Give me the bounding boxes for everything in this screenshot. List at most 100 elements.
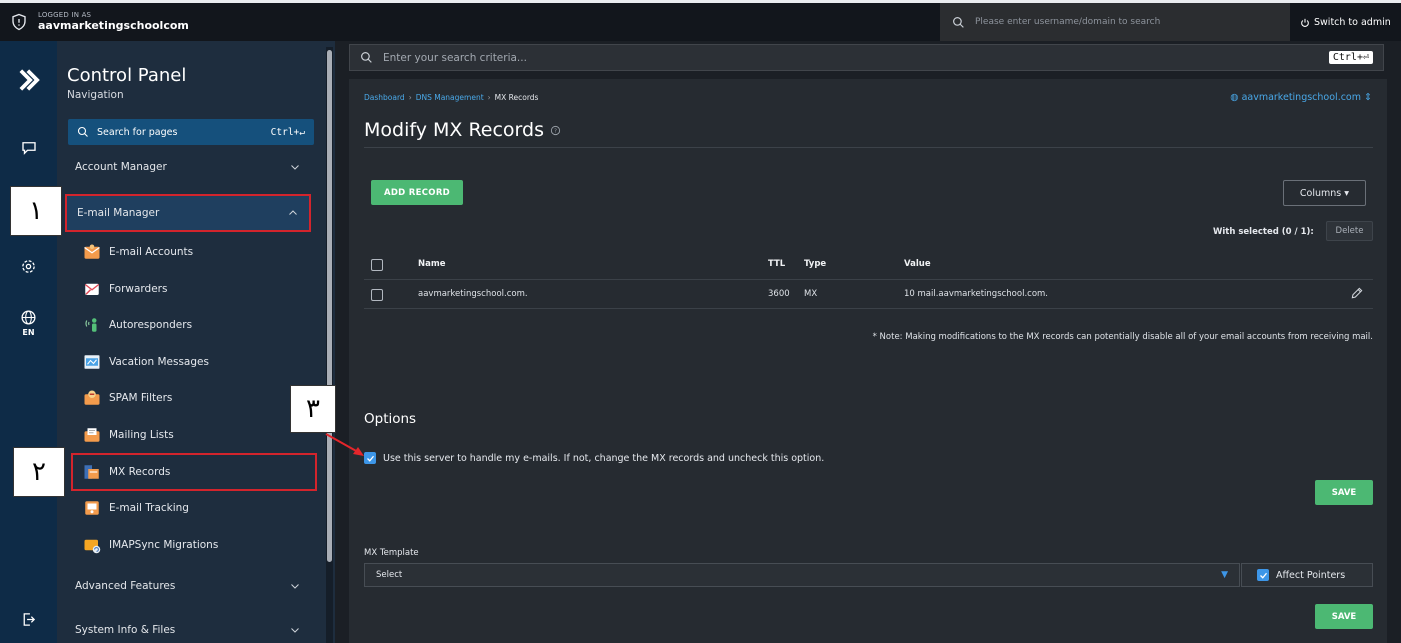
nav-email-tracking[interactable]: E-mail Tracking: [83, 495, 189, 521]
criteria-search[interactable]: Ctrl+⏎: [349, 44, 1384, 71]
delete-button[interactable]: Delete: [1326, 221, 1373, 241]
global-search[interactable]: [940, 3, 1290, 41]
sidebar-scroll-thumb[interactable]: [327, 50, 332, 562]
select-all-checkbox[interactable]: [371, 259, 383, 271]
nav-item-label: IMAPSync Migrations: [109, 539, 219, 551]
row-checkbox[interactable]: [371, 289, 383, 301]
mx-template-label: MX Template: [364, 548, 419, 558]
columns-button[interactable]: Columns ▾: [1283, 180, 1366, 206]
imapsync-icon: [84, 539, 101, 554]
nav-group-label: E-mail Manager: [77, 207, 160, 219]
cell-value: 10 mail.aavmarketingschool.com.: [904, 289, 1048, 299]
top-bar: LOGGED IN AS aavmarketingschoolcom Switc…: [0, 0, 1401, 41]
chevron-down-icon: [291, 165, 299, 170]
updown-icon: ⇕: [1364, 92, 1372, 103]
nav-mailing-lists[interactable]: Mailing Lists: [83, 422, 174, 448]
nav-email-manager[interactable]: E-mail Manager: [65, 194, 311, 232]
column-header-type[interactable]: Type: [804, 259, 826, 269]
search-icon: [77, 126, 88, 137]
vacation-messages-icon: [84, 355, 100, 369]
nav-spam-filters[interactable]: SPAM Filters: [83, 385, 172, 411]
nav-mx-records[interactable]: MX Records: [71, 453, 317, 491]
nav-system-info[interactable]: System Info & Files: [65, 613, 311, 643]
nav-email-accounts[interactable]: E-mail Accounts: [83, 239, 193, 265]
nav-item-label: SPAM Filters: [109, 392, 173, 404]
chevron-down-icon: [291, 584, 299, 589]
chevrons-logo-icon: [19, 69, 40, 91]
mx-note: * Note: Making modifications to the MX r…: [872, 332, 1373, 342]
cell-type: MX: [804, 289, 818, 299]
page-search-shortcut: Ctrl+↵: [270, 126, 305, 138]
nav-forwarders[interactable]: Forwarders: [83, 276, 167, 302]
domain-label: aavmarketingschool.com: [1241, 92, 1361, 103]
nav-advanced-features[interactable]: Advanced Features: [65, 569, 311, 603]
global-search-input[interactable]: [975, 17, 1275, 27]
globe-icon: [21, 310, 36, 325]
nav-account-manager[interactable]: Account Manager: [65, 150, 311, 184]
breadcrumb-current: MX Records: [494, 93, 539, 102]
nav-group-label: Account Manager: [75, 161, 167, 173]
criteria-search-shortcut: Ctrl+⏎: [1328, 51, 1373, 64]
column-header-value[interactable]: Value: [904, 259, 931, 269]
nav-item-label: Vacation Messages: [109, 356, 209, 368]
nav-item-label: E-mail Accounts: [109, 246, 194, 258]
mx-template-value: Select: [376, 570, 403, 580]
main-area: Ctrl+⏎ Dashboard›DNS Management›MX Recor…: [335, 41, 1401, 643]
username: aavmarketingschoolcom: [38, 19, 189, 32]
nav-imapsync-migrations[interactable]: IMAPSync Migrations: [83, 532, 218, 558]
logout-button[interactable]: [0, 611, 57, 628]
nav-vacation-messages[interactable]: Vacation Messages: [83, 349, 209, 375]
nav-group-label: Advanced Features: [75, 580, 176, 592]
gear-icon: [22, 260, 35, 273]
options-title: Options: [364, 411, 417, 427]
chevron-up-icon: [289, 210, 297, 215]
settings-button[interactable]: [0, 258, 57, 275]
app-root: LOGGED IN AS aavmarketingschoolcom Switc…: [0, 0, 1401, 643]
sidebar-title: Control Panel: [67, 65, 187, 86]
annotation-box-3: ٣: [290, 385, 336, 433]
chevron-down-icon: [291, 628, 299, 633]
breadcrumb-separator: ›: [487, 93, 491, 102]
logout-icon: [23, 613, 36, 626]
logged-in-label: LOGGED IN AS: [38, 11, 92, 19]
logo-button[interactable]: [0, 66, 57, 94]
chat-button[interactable]: [0, 139, 57, 157]
affect-pointers-option[interactable]: Affect Pointers: [1241, 563, 1373, 587]
search-icon: [361, 52, 372, 63]
page-title-text: Modify MX Records: [364, 119, 544, 141]
autoresponder-icon: [85, 318, 97, 332]
mx-records-icon: [84, 465, 99, 479]
breadcrumb-dashboard[interactable]: Dashboard: [364, 93, 405, 102]
nav-autoresponders[interactable]: Autoresponders: [83, 312, 192, 338]
column-header-name[interactable]: Name: [418, 259, 445, 269]
edit-pencil-icon[interactable]: [1350, 286, 1364, 300]
switch-to-admin-button[interactable]: Switch to admin: [1300, 17, 1391, 28]
email-tracking-icon: [85, 501, 99, 515]
table-row-divider: [364, 308, 1373, 309]
check-icon: [1259, 572, 1267, 579]
use-server-option[interactable]: Use this server to handle my e-mails. If…: [364, 452, 824, 464]
breadcrumb: Dashboard › DNS Management › MX Records: [364, 93, 538, 102]
caret-down-icon: ▼: [1221, 570, 1228, 580]
language-label: EN: [22, 328, 35, 337]
breadcrumb-dns-management[interactable]: DNS Management: [416, 93, 484, 102]
save-options-button[interactable]: SAVE: [1315, 480, 1373, 505]
nav-group-label: System Info & Files: [75, 624, 176, 636]
criteria-search-input[interactable]: [383, 51, 1329, 64]
language-button[interactable]: EN: [0, 309, 57, 337]
save-template-button[interactable]: SAVE: [1315, 604, 1373, 629]
domain-selector[interactable]: ◍ aavmarketingschool.com ⇕: [1230, 92, 1372, 103]
email-accounts-icon: [84, 244, 100, 259]
affect-pointers-checkbox[interactable]: [1257, 569, 1269, 581]
nav-item-label: E-mail Tracking: [109, 502, 189, 514]
sidebar: Control Panel Navigation Search for page…: [57, 41, 335, 643]
cell-ttl: 3600: [768, 289, 790, 299]
help-icon[interactable]: ?: [550, 125, 561, 136]
column-header-ttl[interactable]: TTL: [768, 259, 785, 269]
spam-filter-icon: [84, 390, 100, 405]
nav-item-label: Autoresponders: [109, 319, 193, 331]
cell-name: aavmarketingschool.com.: [418, 289, 528, 299]
add-record-button[interactable]: ADD RECORD: [371, 180, 463, 205]
mx-template-select[interactable]: Select ▼: [364, 563, 1240, 587]
page-search-button[interactable]: Search for pages Ctrl+↵: [68, 119, 314, 145]
